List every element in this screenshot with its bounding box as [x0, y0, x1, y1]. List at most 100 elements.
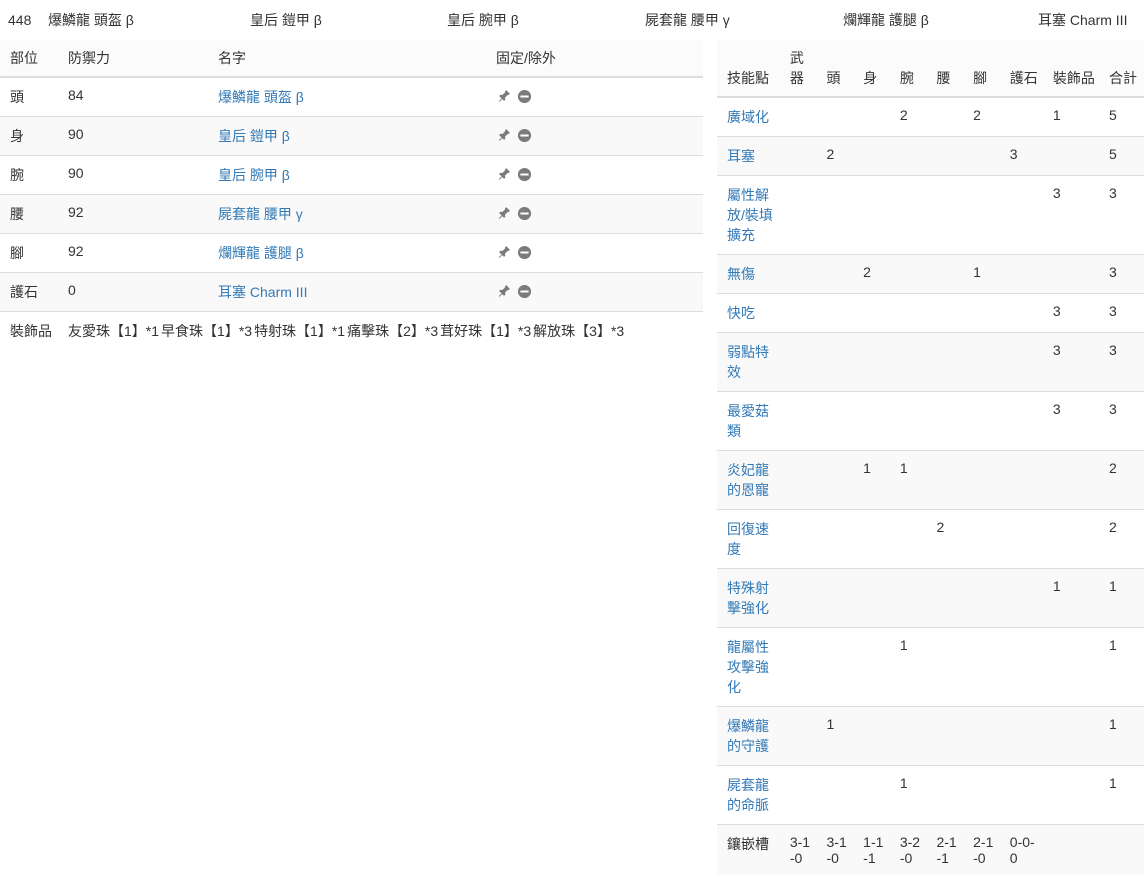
equipment-table-head: 部位 防禦力 名字 固定/除外	[0, 40, 703, 78]
skill-points-arms	[893, 509, 931, 569]
skill-points-body	[857, 627, 894, 707]
skill-points-head	[820, 509, 858, 569]
skill-name-link[interactable]: 特殊射擊強化	[727, 580, 769, 616]
skill-points-weapon	[783, 568, 821, 628]
skill-points-waist	[930, 254, 968, 294]
skill-name-link[interactable]: 爆鱗龍的守護	[727, 718, 769, 754]
equipment-name-cell: 耳塞 Charm III	[212, 272, 490, 312]
table-row: 屍套龍的命脈 1 1	[717, 765, 1144, 825]
skill-points-arms	[893, 332, 931, 392]
skill-points-legs	[967, 706, 1004, 766]
skill-points-body	[857, 136, 894, 176]
skill-points-total: 1	[1102, 706, 1144, 766]
ban-icon[interactable]	[517, 89, 532, 104]
table-row: 無傷 2 1 3	[717, 254, 1144, 294]
equipment-part: 身	[0, 116, 62, 156]
ban-icon[interactable]	[517, 128, 532, 143]
equipment-name-link[interactable]: 屍套龍 腰甲 γ	[218, 206, 303, 222]
slots-deco	[1046, 824, 1103, 875]
column-header-defense: 防禦力	[62, 40, 212, 78]
ban-icon[interactable]	[517, 206, 532, 221]
equipment-name-cell: 皇后 腕甲 β	[212, 155, 490, 195]
pin-icon[interactable]	[496, 167, 511, 182]
skill-points-weapon	[783, 765, 821, 825]
skill-points-deco: 3	[1046, 293, 1103, 333]
column-header-arms: 腕	[893, 40, 931, 98]
table-row: 護石 0 耳塞 Charm III	[0, 272, 703, 312]
skill-points-weapon	[783, 332, 821, 392]
skill-points-head	[820, 627, 858, 707]
skill-table-head: 技能點 武器 頭 身 腕 腰 腳 護石 裝飾品 合計	[717, 40, 1144, 98]
pin-icon[interactable]	[496, 284, 511, 299]
skill-points-total: 5	[1102, 136, 1144, 176]
skill-points-waist	[930, 175, 968, 255]
skill-points-arms	[893, 293, 931, 333]
skill-points-charm	[1003, 96, 1047, 137]
skill-points-head	[820, 765, 858, 825]
skill-points-legs	[967, 568, 1004, 628]
skill-points-charm	[1003, 706, 1047, 766]
skill-name-link[interactable]: 最愛菇類	[727, 403, 769, 439]
skill-points-deco: 3	[1046, 175, 1103, 255]
skill-points-waist	[930, 706, 968, 766]
pin-icon[interactable]	[496, 245, 511, 260]
equipment-name-link[interactable]: 爆鱗龍 頭盔 β	[218, 89, 304, 105]
skill-name-link[interactable]: 無傷	[727, 266, 755, 282]
decorations-label: 裝飾品	[0, 311, 62, 350]
total-defense-value: 448	[8, 12, 32, 28]
skill-points-head	[820, 293, 858, 333]
skill-points-charm: 3	[1003, 136, 1047, 176]
equipment-defense: 92	[62, 194, 212, 234]
equipment-name-link[interactable]: 爛輝龍 護腿 β	[218, 245, 304, 261]
equipment-part: 腕	[0, 155, 62, 195]
skill-name-link[interactable]: 弱點特效	[727, 344, 769, 380]
equipment-name-link[interactable]: 皇后 鎧甲 β	[218, 128, 290, 144]
ban-icon[interactable]	[517, 284, 532, 299]
table-row: 回復速度 2 2	[717, 509, 1144, 569]
skill-name-link[interactable]: 龍屬性攻擊強化	[727, 639, 769, 695]
decorations-row: 裝飾品 友愛珠【1】*1 早食珠【1】*3 特射珠【1】*1 痛擊珠【2】*3 茸好珠【1…	[0, 311, 703, 350]
table-row: 屬性解放/裝填擴充 3 3	[717, 175, 1144, 255]
pin-icon[interactable]	[496, 206, 511, 221]
skill-panel: 技能點 武器 頭 身 腕 腰 腳 護石 裝飾品 合計 廣域化 2 2 1 5 耳塞 2 3 5 屬…	[717, 40, 1144, 875]
skill-table: 技能點 武器 頭 身 腕 腰 腳 護石 裝飾品 合計 廣域化 2 2 1 5 耳塞 2 3 5 屬…	[717, 40, 1144, 875]
skill-name-link[interactable]: 回復速度	[727, 521, 769, 557]
skill-name-link[interactable]: 炎妃龍的恩寵	[727, 462, 769, 498]
skill-points-total: 1	[1102, 765, 1144, 825]
skill-points-total: 3	[1102, 175, 1144, 255]
equipment-part: 腳	[0, 233, 62, 273]
equipment-defense: 90	[62, 155, 212, 195]
skill-points-weapon	[783, 627, 821, 707]
skill-points-head: 1	[820, 706, 858, 766]
skill-name-link[interactable]: 快吃	[727, 305, 755, 321]
ban-icon[interactable]	[517, 245, 532, 260]
equipment-name-link[interactable]: 耳塞 Charm III	[218, 284, 307, 300]
skill-points-charm	[1003, 175, 1047, 255]
skill-name-cell: 耳塞	[717, 136, 784, 176]
slots-legs: 2-1-0	[967, 824, 1004, 875]
skill-name-link[interactable]: 耳塞	[727, 148, 755, 164]
skill-points-weapon	[783, 96, 821, 137]
slots-head: 3-1-0	[820, 824, 858, 875]
equipment-defense: 0	[62, 272, 212, 312]
skill-points-arms: 1	[893, 765, 931, 825]
equipment-name-link[interactable]: 皇后 腕甲 β	[218, 167, 290, 183]
skill-name-link[interactable]: 屍套龍的命脈	[727, 777, 769, 813]
skill-points-legs	[967, 136, 1004, 176]
slots-total	[1102, 824, 1144, 875]
skill-points-legs	[967, 391, 1004, 451]
ban-icon[interactable]	[517, 167, 532, 182]
equipment-pin-exclude-cell	[490, 233, 703, 273]
skill-points-body	[857, 332, 894, 392]
skill-points-body	[857, 509, 894, 569]
equipment-pin-exclude-cell	[490, 194, 703, 234]
skill-points-total: 3	[1102, 332, 1144, 392]
skill-name-link[interactable]: 屬性解放/裝填擴充	[727, 187, 773, 243]
skill-points-arms	[893, 706, 931, 766]
table-row: 頭 84 爆鱗龍 頭盔 β	[0, 76, 703, 117]
skill-points-waist: 2	[930, 509, 968, 569]
pin-icon[interactable]	[496, 89, 511, 104]
skill-name-link[interactable]: 廣域化	[727, 109, 769, 125]
pin-icon[interactable]	[496, 128, 511, 143]
skill-points-charm	[1003, 450, 1047, 510]
